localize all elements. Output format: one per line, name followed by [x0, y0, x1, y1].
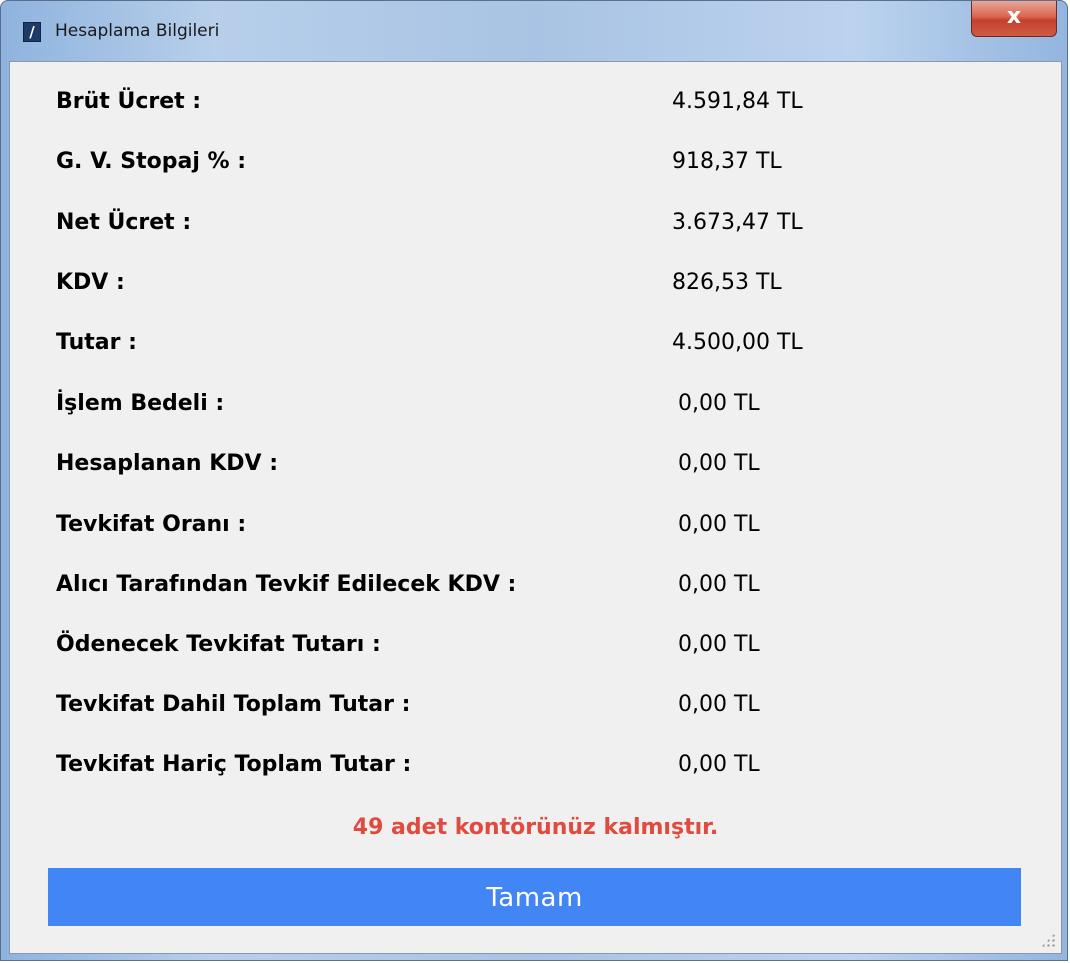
- info-row: Alıcı Tarafından Tevkif Edilecek KDV : 0…: [10, 572, 1061, 612]
- row-value: 4.500,00 TL: [672, 330, 803, 355]
- info-row: Ödenecek Tevkifat Tutarı : 0,00 TL: [10, 632, 1061, 672]
- window-title: Hesaplama Bilgileri: [55, 21, 220, 41]
- info-row: G. V. Stopaj % : 918,37 TL: [10, 149, 1061, 189]
- info-row: Brüt Ücret : 4.591,84 TL: [10, 89, 1061, 129]
- row-value: 0,00 TL: [678, 451, 760, 476]
- row-value: 0,00 TL: [678, 692, 760, 717]
- title-bar[interactable]: ∕ Hesaplama Bilgileri x: [1, 1, 1067, 61]
- row-value: 0,00 TL: [678, 512, 760, 537]
- row-label: Net Ücret :: [56, 210, 192, 235]
- dialog-window: ∕ Hesaplama Bilgileri x Brüt Ücret : 4.5…: [0, 0, 1068, 961]
- row-value: 918,37 TL: [672, 149, 782, 174]
- info-row: Hesaplanan KDV : 0,00 TL: [10, 451, 1061, 491]
- row-value: 826,53 TL: [672, 270, 782, 295]
- row-label: Tevkifat Hariç Toplam Tutar :: [56, 752, 412, 777]
- close-button[interactable]: x: [971, 1, 1057, 37]
- row-label: Alıcı Tarafından Tevkif Edilecek KDV :: [56, 572, 517, 597]
- info-row: Tutar : 4.500,00 TL: [10, 330, 1061, 370]
- resize-grip-icon[interactable]: [1041, 933, 1055, 947]
- row-label: KDV :: [56, 270, 125, 295]
- info-row: Tevkifat Dahil Toplam Tutar : 0,00 TL: [10, 692, 1061, 732]
- row-value: 4.591,84 TL: [672, 89, 803, 114]
- row-value: 0,00 TL: [678, 391, 760, 416]
- row-value: 3.673,47 TL: [672, 210, 803, 235]
- row-value: 0,00 TL: [678, 572, 760, 597]
- credit-notice: 49 adet kontörünüz kalmıştır.: [352, 815, 719, 840]
- info-row: İşlem Bedeli : 0,00 TL: [10, 391, 1061, 431]
- app-logo-icon: ∕: [23, 22, 41, 42]
- ok-button[interactable]: Tamam: [48, 868, 1021, 926]
- info-row: Net Ücret : 3.673,47 TL: [10, 210, 1061, 250]
- info-row: Tevkifat Hariç Toplam Tutar : 0,00 TL: [10, 752, 1061, 792]
- row-label: Brüt Ücret :: [56, 89, 202, 114]
- row-label: Ödenecek Tevkifat Tutarı :: [56, 632, 381, 657]
- row-value: 0,00 TL: [678, 752, 760, 777]
- row-label: G. V. Stopaj % :: [56, 149, 247, 174]
- row-value: 0,00 TL: [678, 632, 760, 657]
- row-label: Hesaplanan KDV :: [56, 451, 279, 476]
- row-label: Tevkifat Dahil Toplam Tutar :: [56, 692, 411, 717]
- row-label: Tevkifat Oranı :: [56, 512, 247, 537]
- info-row: Tevkifat Oranı : 0,00 TL: [10, 512, 1061, 552]
- close-icon: x: [1006, 4, 1022, 29]
- dialog-content: Brüt Ücret : 4.591,84 TL G. V. Stopaj % …: [9, 61, 1062, 954]
- info-row: KDV : 826,53 TL: [10, 270, 1061, 310]
- row-label: Tutar :: [56, 330, 137, 355]
- row-label: İşlem Bedeli :: [56, 391, 225, 416]
